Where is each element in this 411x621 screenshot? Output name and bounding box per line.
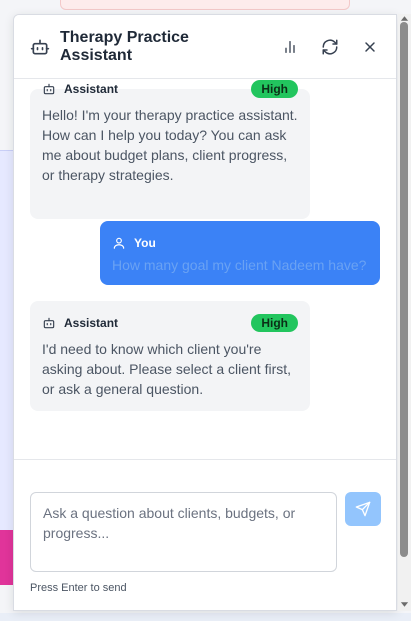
message-text: How many goal my client Nadeem have? — [112, 257, 367, 273]
sender-name: Assistant — [64, 82, 119, 96]
panel-title: Therapy Practice Assistant — [60, 28, 189, 64]
bot-icon — [30, 37, 50, 57]
message-text: Hello! I'm your therapy practice assista… — [42, 107, 298, 183]
message-header: Assistant High — [42, 79, 298, 101]
confidence-badge: High — [251, 314, 298, 332]
assistant-header: Therapy Practice Assistant — [14, 15, 396, 79]
bot-icon — [43, 83, 55, 95]
scroll-thumb[interactable] — [400, 22, 408, 557]
send-icon — [355, 501, 371, 517]
assistant-message: Assistant High I'd need to know which cl… — [30, 301, 310, 411]
bar-chart-icon — [285, 40, 295, 53]
stats-button[interactable] — [280, 37, 300, 57]
assistant-message: Assistant High Hello! I'm your therapy p… — [30, 80, 310, 219]
message-text: I'd need to know which client you're ask… — [42, 341, 292, 397]
background-panel — [0, 150, 14, 530]
composer-divider — [14, 459, 396, 460]
background-bottom — [0, 613, 411, 621]
user-message: You How many goal my client Nadeem have? — [100, 221, 380, 285]
message-list[interactable]: Assistant High Hello! I'm your therapy p… — [14, 79, 396, 459]
background-alert-strip — [60, 0, 350, 10]
scroll-down-icon[interactable] — [400, 601, 409, 609]
send-hint: Press Enter to send — [30, 582, 127, 594]
sender-name: You — [134, 236, 156, 250]
sender-name: Assistant — [64, 316, 119, 330]
user-icon — [113, 237, 125, 249]
send-button[interactable] — [345, 492, 381, 526]
bot-icon — [43, 317, 55, 329]
close-button[interactable] — [360, 37, 380, 57]
confidence-badge: High — [251, 80, 298, 98]
message-header: Assistant High — [42, 311, 298, 335]
close-icon — [365, 41, 375, 52]
assistant-panel: Therapy Practice Assistant Assistant Hig… — [13, 14, 397, 611]
scroll-up-icon[interactable] — [400, 14, 409, 22]
scrollbar[interactable] — [398, 14, 411, 611]
refresh-button[interactable] — [320, 37, 340, 57]
message-input[interactable] — [30, 492, 337, 572]
refresh-icon — [322, 39, 338, 54]
background-accent — [0, 530, 14, 585]
message-header: You — [112, 231, 368, 255]
